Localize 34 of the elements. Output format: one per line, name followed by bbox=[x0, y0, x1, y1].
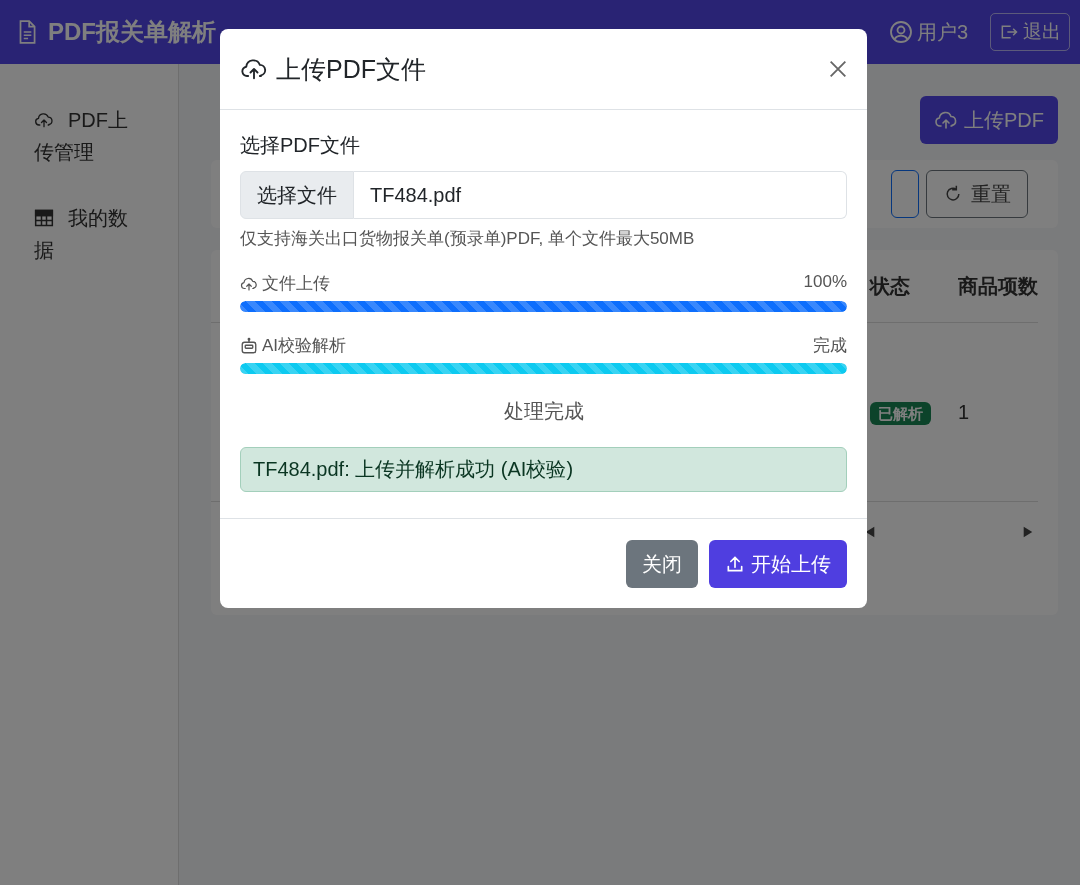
progress-reading: 100% bbox=[803, 272, 847, 293]
previous-page-icon bbox=[864, 526, 876, 538]
app-title: PDF报关单解析 bbox=[48, 17, 216, 47]
search-button[interactable] bbox=[891, 170, 919, 218]
table-cell-text: 1 bbox=[958, 400, 971, 424]
logout-button[interactable]: 退出 bbox=[990, 13, 1070, 51]
table-icon bbox=[34, 208, 54, 228]
upload-icon bbox=[725, 554, 745, 574]
user-icon bbox=[888, 20, 913, 44]
success-alert: TF484.pdf: 上传并解析成功 (AI校验) bbox=[240, 447, 847, 492]
status-badge: 已解析 bbox=[870, 401, 931, 425]
file-name-field[interactable]: TF484.pdf bbox=[354, 171, 847, 219]
progress-label: 文件上传 bbox=[262, 273, 330, 295]
close-button[interactable]: 关闭 bbox=[626, 540, 698, 588]
sidebar-item[interactable]: PDF上传管理 bbox=[34, 104, 146, 168]
status-text: 处理完成 bbox=[502, 399, 585, 424]
start-upload-button[interactable]: 开始上传 bbox=[709, 540, 847, 588]
progress-reading: 完成 bbox=[813, 335, 847, 357]
next-page-icon bbox=[1022, 526, 1034, 538]
cloud-upload-icon bbox=[34, 110, 54, 130]
reset-button[interactable]: 重置 bbox=[926, 170, 1028, 218]
column-header: 商品项数 bbox=[958, 273, 1038, 299]
dialog-title: 上传PDF文件 bbox=[276, 53, 427, 85]
choose-file-button[interactable]: 选择文件 bbox=[240, 171, 354, 219]
progress-label: AI校验解析 bbox=[262, 335, 347, 357]
close-icon[interactable] bbox=[827, 58, 849, 80]
robot-icon bbox=[240, 336, 258, 355]
sidebar-item[interactable]: 我的数据 bbox=[34, 202, 146, 266]
column-header: 状态 bbox=[870, 273, 911, 299]
hint-text: 仅支持海关出口货物报关单(预录单)PDF, 单个文件最大50MB bbox=[240, 228, 696, 250]
upload-pdf-button[interactable]: 上传PDF bbox=[920, 96, 1058, 144]
user-name: 用户3 bbox=[916, 19, 968, 45]
logout-icon bbox=[999, 22, 1019, 42]
field-label: 选择PDF文件 bbox=[240, 133, 361, 158]
